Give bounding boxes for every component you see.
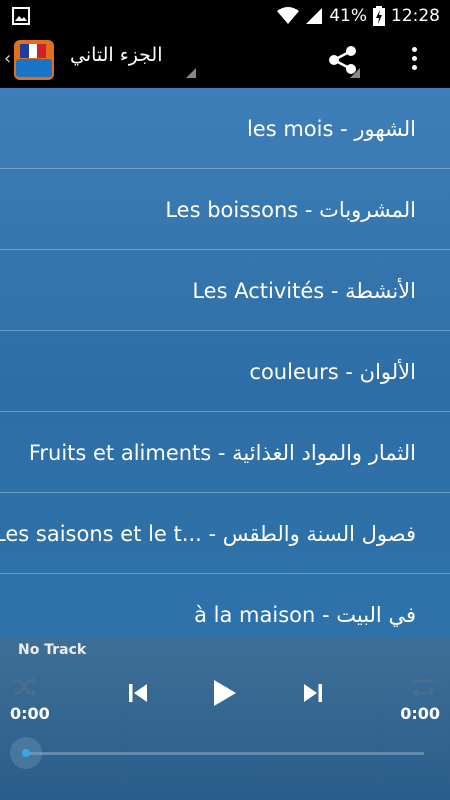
- list-item-label: الأنشطة - Les Activités: [192, 278, 416, 303]
- previous-icon[interactable]: [128, 682, 148, 704]
- list-item[interactable]: الشهور - les mois: [0, 88, 450, 169]
- back-chevron-icon[interactable]: ‹: [4, 48, 11, 69]
- title-dropdown-caret-icon: [186, 68, 196, 78]
- audio-player: No Track 0:00 0:00: [0, 638, 450, 800]
- list-item[interactable]: في البيت - à la maison: [0, 574, 450, 638]
- repeat-icon[interactable]: [410, 676, 436, 698]
- track-name: No Track: [18, 642, 87, 658]
- french-flag-icon: [20, 44, 47, 58]
- action-bar: ‹ الجزء التاني: [0, 32, 450, 88]
- list-item-label: الألوان - couleurs: [249, 359, 416, 384]
- image-icon: [12, 7, 30, 25]
- list-item-label: المشروبات - Les boissons: [165, 197, 416, 222]
- status-bar: 41% 12:28: [0, 0, 450, 32]
- list-item[interactable]: فصول السنة والطقس - ...Les saisons et le…: [0, 493, 450, 574]
- clock: 12:28: [391, 6, 440, 26]
- seek-bar[interactable]: [26, 752, 424, 755]
- list-item[interactable]: الثمار والمواد الغذائية - Fruits et alim…: [0, 412, 450, 493]
- signal-icon: [306, 8, 323, 24]
- lesson-list: الشهور - les mois المشروبات - Les boisso…: [0, 88, 450, 638]
- next-icon[interactable]: [303, 682, 323, 704]
- overflow-menu-icon[interactable]: [404, 44, 424, 78]
- list-item-label: فصول السنة والطقس - ...Les saisons et le…: [0, 521, 416, 546]
- status-indicators: 41% 12:28: [277, 0, 440, 32]
- play-icon[interactable]: [212, 678, 238, 708]
- battery-charging-icon: [373, 6, 385, 26]
- wifi-icon: [277, 7, 300, 24]
- app-logo-badge: [16, 59, 52, 77]
- list-item-label: الشهور - les mois: [246, 116, 416, 141]
- list-item[interactable]: المشروبات - Les boissons: [0, 169, 450, 250]
- list-item-label: في البيت - à la maison: [194, 602, 416, 627]
- list-item-label: الثمار والمواد الغذائية - Fruits et alim…: [28, 440, 416, 465]
- list-item[interactable]: الأنشطة - Les Activités: [0, 250, 450, 331]
- battery-percent: 41%: [329, 6, 367, 26]
- total-duration: 0:00: [400, 704, 440, 723]
- page-title: الجزء التاني: [70, 44, 163, 66]
- elapsed-time: 0:00: [10, 704, 50, 723]
- app-logo-icon[interactable]: [14, 40, 54, 80]
- share-dropdown-caret-icon: [350, 68, 360, 78]
- shuffle-icon[interactable]: [12, 676, 38, 698]
- list-item[interactable]: الألوان - couleurs: [0, 331, 450, 412]
- seek-thumb[interactable]: [10, 737, 42, 769]
